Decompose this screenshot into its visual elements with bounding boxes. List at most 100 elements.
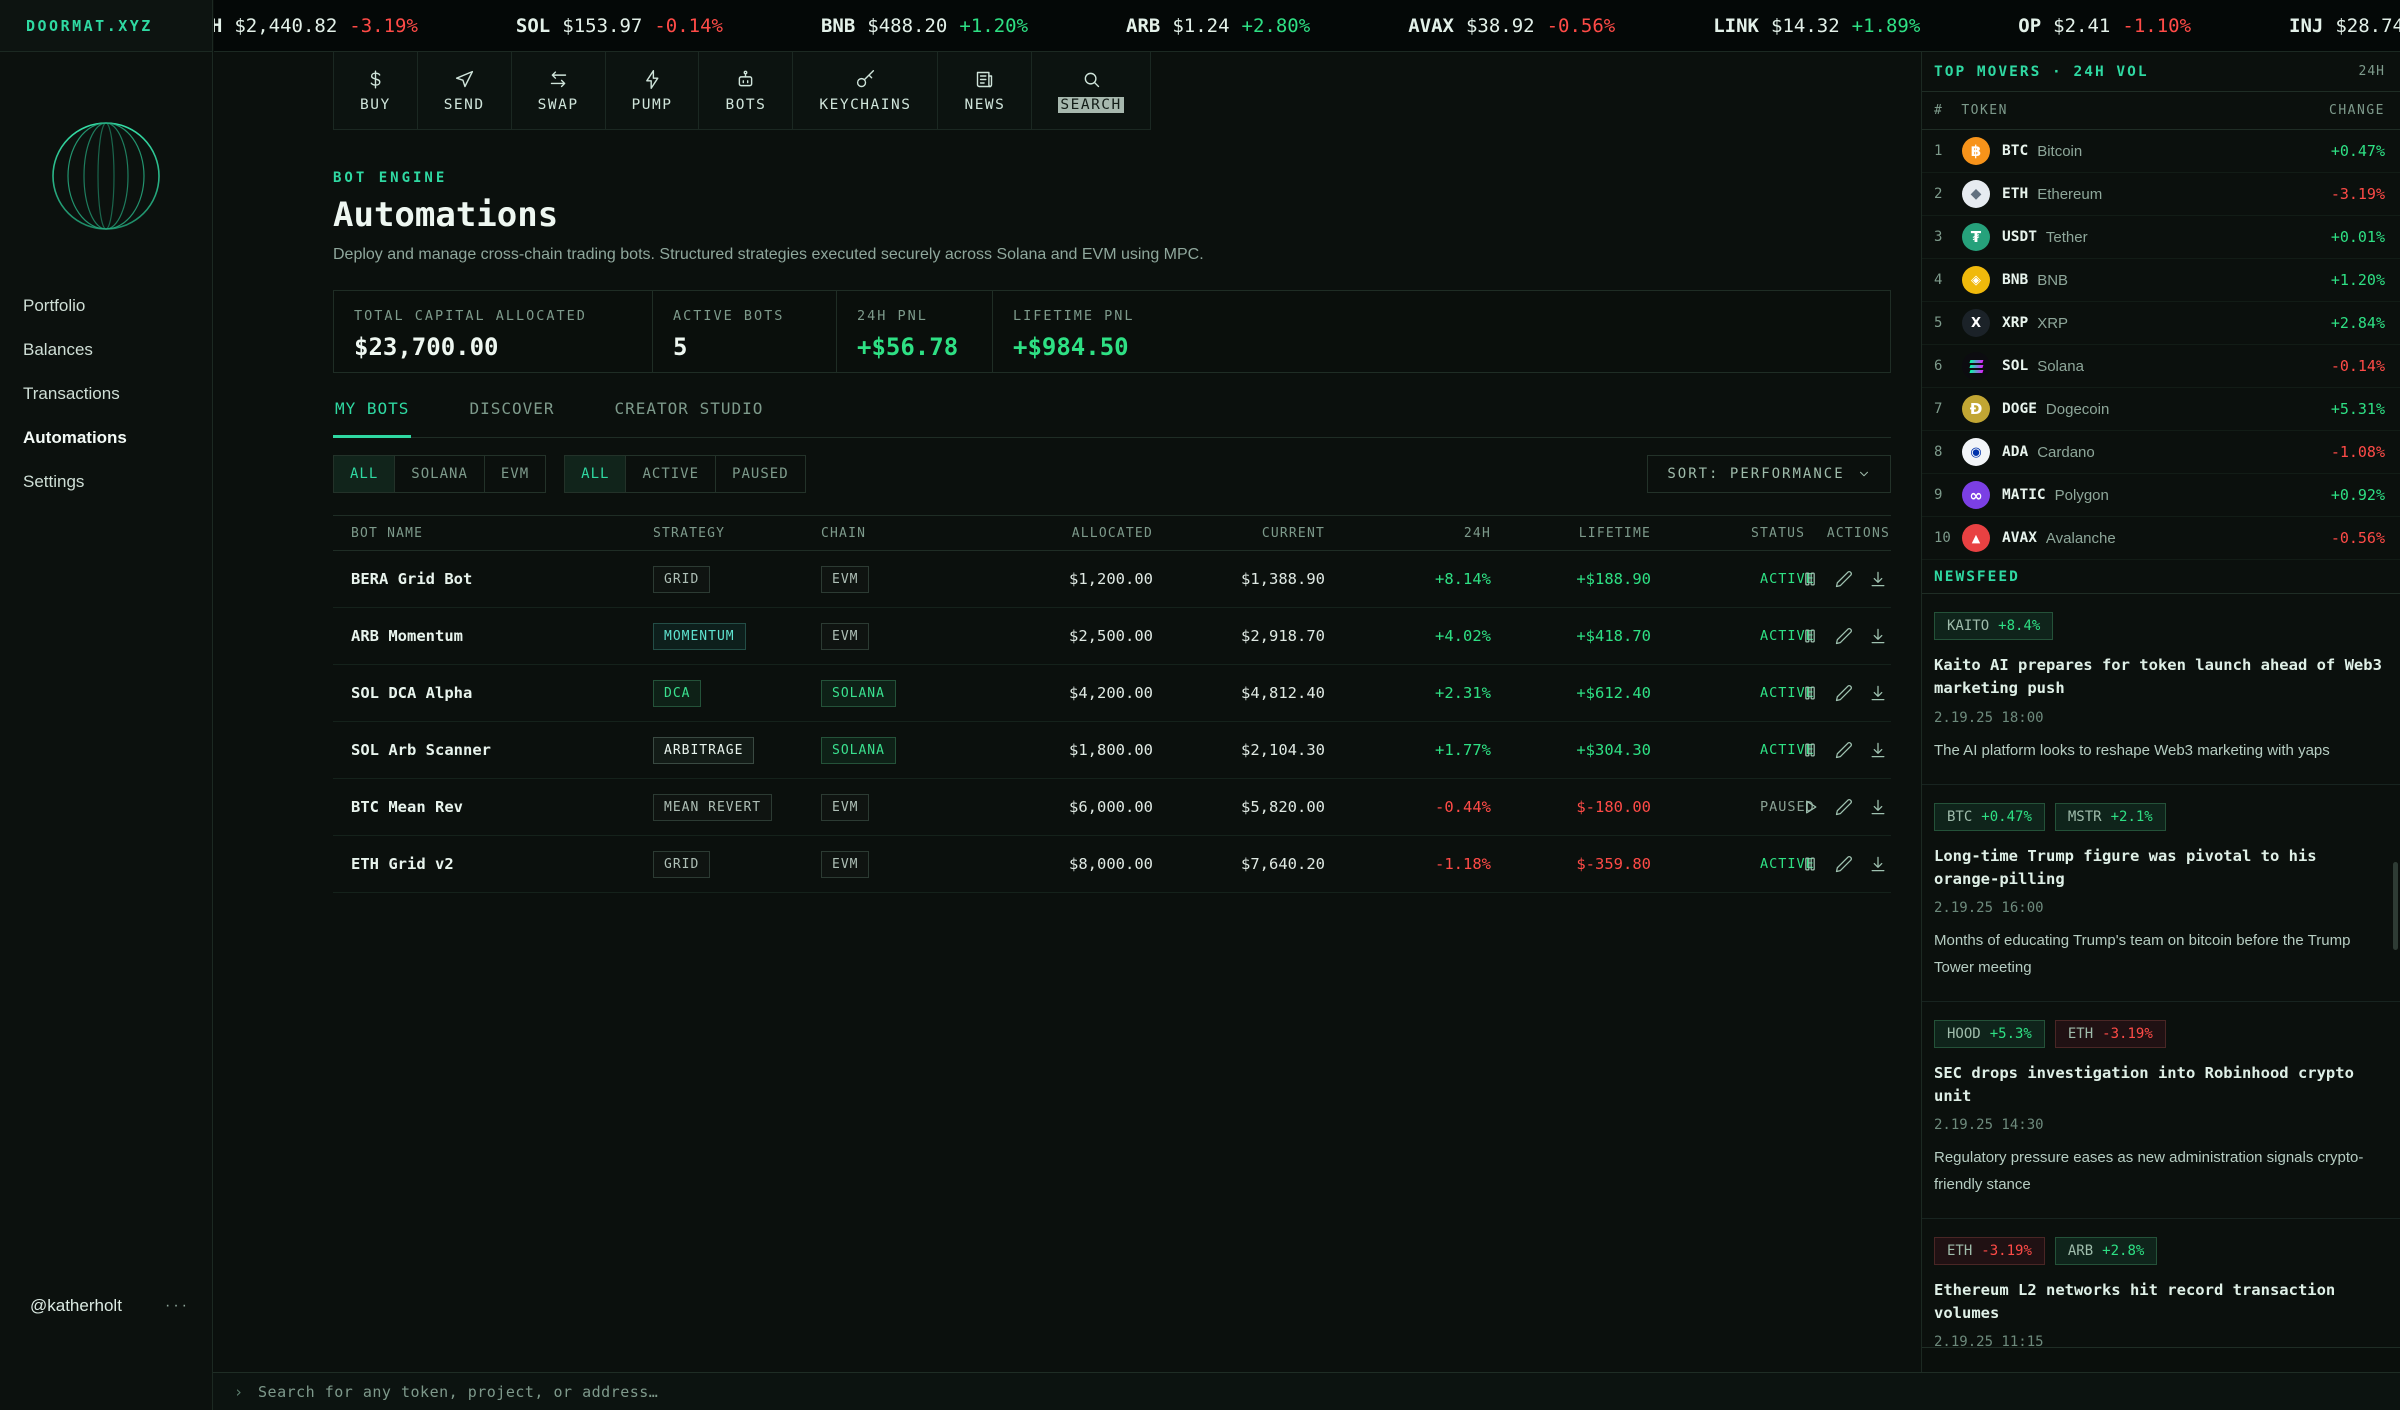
24h-value: +1.77% <box>1325 741 1491 759</box>
news-item[interactable]: KAITO+8.4% Kaito AI prepares for token l… <box>1922 594 2400 785</box>
ticker-change: +1.89% <box>1852 15 1921 37</box>
token-name: Solana <box>2037 358 2084 375</box>
ticker-item[interactable]: BNB $488.20 +1.20% <box>821 15 1028 37</box>
pause-button[interactable] <box>1800 569 1820 589</box>
user-menu-button[interactable]: ··· <box>165 1297 190 1315</box>
tool-label: NEWS <box>964 97 1005 113</box>
pause-button[interactable] <box>1800 626 1820 646</box>
tab-creator-studio[interactable]: CREATOR STUDIO <box>613 387 766 437</box>
pump-button[interactable]: PUMP <box>606 52 700 130</box>
download-button[interactable] <box>1868 626 1888 646</box>
search-button[interactable]: SEARCH <box>1032 52 1150 130</box>
col-bot-name: BOT NAME <box>333 526 653 541</box>
ticker-item[interactable]: INJ $28.74 <box>2289 15 2400 37</box>
allocated-value: $2,500.00 <box>973 627 1153 645</box>
ticker-item[interactable]: ETH $2,440.82 -3.19% <box>214 15 418 37</box>
pause-button[interactable] <box>1800 854 1820 874</box>
chain-filter-evm[interactable]: EVM <box>485 456 545 492</box>
edit-button[interactable] <box>1834 797 1854 817</box>
download-button[interactable] <box>1868 797 1888 817</box>
status-filter-paused[interactable]: PAUSED <box>716 456 805 492</box>
mover-row[interactable]: 3 ₮ USDT Tether +0.01% <box>1922 216 2400 259</box>
allocated-value: $1,800.00 <box>973 741 1153 759</box>
ticker-item[interactable]: LINK $14.32 +1.89% <box>1713 15 1920 37</box>
pause-button[interactable] <box>1800 683 1820 703</box>
news-item[interactable]: HOOD+5.3% ETH-3.19% SEC drops investigat… <box>1922 1002 2400 1219</box>
edit-button[interactable] <box>1834 854 1854 874</box>
mover-row[interactable]: 10 ▲ AVAX Avalanche -0.56% <box>1922 517 2400 560</box>
download-button[interactable] <box>1868 854 1888 874</box>
search-placeholder: Search for any token, project, or addres… <box>258 1383 658 1401</box>
edit-button[interactable] <box>1834 683 1854 703</box>
mover-row[interactable]: 8 ◉ ADA Cardano -1.08% <box>1922 431 2400 474</box>
token-change: -0.14% <box>2331 357 2385 375</box>
mover-row[interactable]: 2 ◆ ETH Ethereum -3.19% <box>1922 173 2400 216</box>
sidebar-item-transactions[interactable]: Transactions <box>0 372 212 416</box>
status-filter-active[interactable]: ACTIVE <box>626 456 716 492</box>
current-value: $5,820.00 <box>1153 798 1325 816</box>
mover-row[interactable]: 1 ฿ BTC Bitcoin +0.47% <box>1922 130 2400 173</box>
mover-row[interactable]: 9 ∞ MATIC Polygon +0.92% <box>1922 474 2400 517</box>
send-button[interactable]: SEND <box>418 52 512 130</box>
prompt-chevron-icon: › <box>234 1383 243 1401</box>
sidebar-item-label: Automations <box>23 428 127 448</box>
play-button[interactable] <box>1800 797 1820 817</box>
edit-button[interactable] <box>1834 569 1854 589</box>
sort-label: SORT: PERFORMANCE <box>1667 466 1844 482</box>
bot-name: SOL DCA Alpha <box>333 684 653 702</box>
sidebar-item-portfolio[interactable]: Portfolio <box>0 284 212 328</box>
lifetime-value: +$612.40 <box>1491 684 1651 702</box>
download-button[interactable] <box>1868 569 1888 589</box>
sort-dropdown[interactable]: SORT: PERFORMANCE <box>1647 455 1891 493</box>
mover-row[interactable]: 5 X XRP XRP +2.84% <box>1922 302 2400 345</box>
download-button[interactable] <box>1868 740 1888 760</box>
keychains-button[interactable]: KEYCHAINS <box>793 52 938 130</box>
edit-button[interactable] <box>1834 626 1854 646</box>
pause-button[interactable] <box>1800 740 1820 760</box>
mover-row[interactable]: 6 SOL Solana -0.14% <box>1922 345 2400 388</box>
chain-badge: SOLANA <box>821 737 896 764</box>
ticker-item[interactable]: ARB $1.24 +2.80% <box>1126 15 1310 37</box>
stat-lifetime-pnl: LIFETIME PNL +$984.50 <box>992 291 1890 372</box>
table-row[interactable]: SOL DCA Alpha DCA SOLANA $4,200.00 $4,81… <box>333 665 1891 722</box>
right-panel: TOP MOVERS · 24H VOL 24H # TOKEN CHANGE … <box>1921 52 2400 1372</box>
swap-button[interactable]: SWAP <box>512 52 606 130</box>
chain-filter-solana[interactable]: SOLANA <box>395 456 485 492</box>
tool-label: PUMP <box>632 97 673 113</box>
sidebar-item-automations[interactable]: Automations <box>0 416 212 460</box>
download-button[interactable] <box>1868 683 1888 703</box>
table-row[interactable]: ARB Momentum MOMENTUM EVM $2,500.00 $2,9… <box>333 608 1891 665</box>
scrollbar-thumb[interactable] <box>2393 862 2398 950</box>
sidebar-item-settings[interactable]: Settings <box>0 460 212 504</box>
token-change: +0.47% <box>2331 142 2385 160</box>
news-button[interactable]: NEWS <box>938 52 1032 130</box>
sidebar-item-balances[interactable]: Balances <box>0 328 212 372</box>
mover-row[interactable]: 4 ◈ BNB BNB +1.20% <box>1922 259 2400 302</box>
main-content: BUY SEND SWAP PUMP BOTS KEYCHAINS NEWS <box>214 52 1921 1372</box>
token-symbol: BTC <box>2002 143 2028 159</box>
tab-discover[interactable]: DISCOVER <box>467 387 556 437</box>
table-row[interactable]: BERA Grid Bot GRID EVM $1,200.00 $1,388.… <box>333 551 1891 608</box>
ticker-tag: ETH-3.19% <box>1934 1237 2045 1265</box>
mover-row[interactable]: 7 Ð DOGE Dogecoin +5.31% <box>1922 388 2400 431</box>
matic-icon: ∞ <box>1962 481 1990 509</box>
ticker-item[interactable]: OP $2.41 -1.10% <box>2018 15 2191 37</box>
global-search-bar[interactable]: › Search for any token, project, or addr… <box>213 1372 2400 1410</box>
ticker-tag: KAITO+8.4% <box>1934 612 2053 640</box>
top-movers-title: TOP MOVERS · 24H VOL <box>1934 64 2149 80</box>
bots-button[interactable]: BOTS <box>699 52 793 130</box>
ticker-symbol: AVAX <box>1408 15 1454 37</box>
username: @katherholt <box>30 1296 122 1316</box>
status-filter-all[interactable]: ALL <box>565 456 626 492</box>
table-row[interactable]: SOL Arb Scanner ARBITRAGE SOLANA $1,800.… <box>333 722 1891 779</box>
edit-button[interactable] <box>1834 740 1854 760</box>
ticker-item[interactable]: AVAX $38.92 -0.56% <box>1408 15 1615 37</box>
tool-label: BOTS <box>725 97 766 113</box>
news-item[interactable]: BTC+0.47% MSTR+2.1% Long-time Trump figu… <box>1922 785 2400 1002</box>
ticker-item[interactable]: SOL $153.97 -0.14% <box>516 15 723 37</box>
chain-filter-all[interactable]: ALL <box>334 456 395 492</box>
buy-button[interactable]: BUY <box>333 52 418 130</box>
table-row[interactable]: ETH Grid v2 GRID EVM $8,000.00 $7,640.20… <box>333 836 1891 893</box>
table-row[interactable]: BTC Mean Rev MEAN REVERT EVM $6,000.00 $… <box>333 779 1891 836</box>
tab-my-bots[interactable]: MY BOTS <box>333 387 411 437</box>
